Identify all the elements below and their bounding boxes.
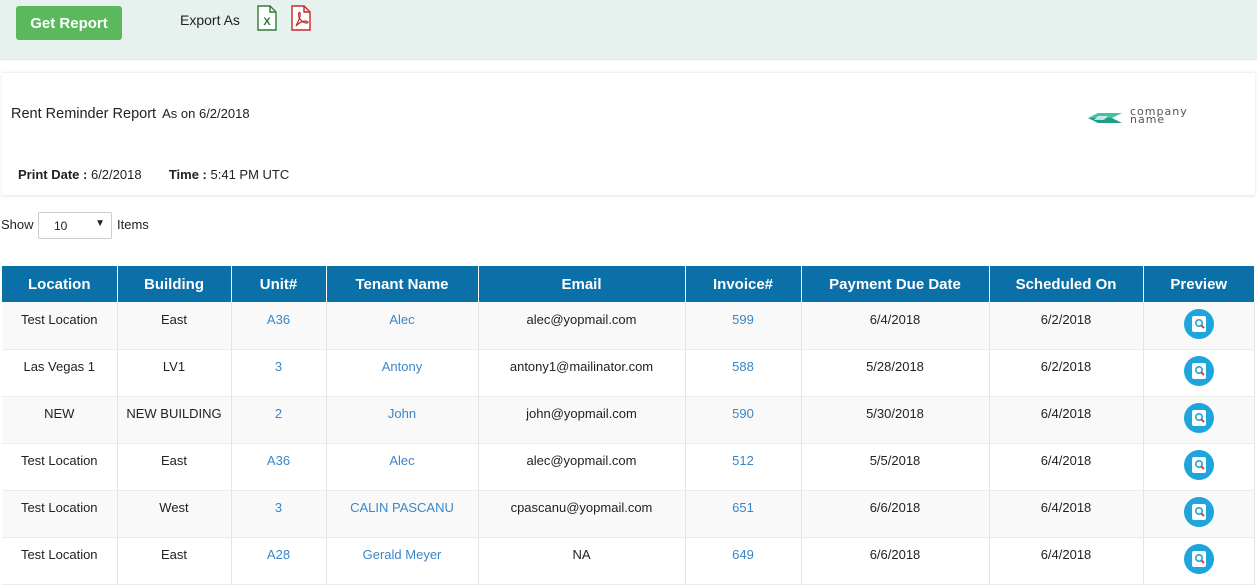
cell-building: LV1 — [117, 349, 232, 397]
invoice-link[interactable]: 588 — [685, 349, 802, 397]
invoice-link[interactable]: 649 — [685, 537, 802, 585]
unit-link[interactable]: 3 — [231, 349, 327, 397]
table-header-row: Location Building Unit# Tenant Name Emai… — [2, 266, 1254, 302]
print-date-value: 6/2/2018 — [90, 167, 142, 182]
tenant-link[interactable]: Gerald Meyer — [326, 537, 479, 585]
cell-location: Las Vegas 1 — [2, 349, 118, 397]
cell-preview — [1143, 349, 1255, 397]
tenant-link[interactable]: Alec — [326, 302, 479, 350]
column-header-email[interactable]: Email — [478, 266, 686, 302]
show-label: Show — [1, 217, 34, 232]
rent-reminder-table: Location Building Unit# Tenant Name Emai… — [2, 266, 1255, 585]
tenant-link[interactable]: Alec — [326, 443, 479, 491]
preview-search-icon[interactable] — [1183, 450, 1214, 480]
cell-email: alec@yopmail.com — [478, 443, 686, 491]
cell-building: East — [117, 443, 232, 491]
cell-location: Test Location — [2, 443, 118, 491]
table-row: Test Location East A28 Gerald Meyer NA 6… — [2, 537, 1255, 585]
time-label: Time : — [168, 167, 207, 182]
table-row: Las Vegas 1 LV1 3 Antony antony1@mailina… — [2, 349, 1255, 397]
tenant-link[interactable]: CALIN PASCANU — [326, 490, 479, 538]
svg-text:X: X — [263, 16, 271, 28]
cell-payment-due-date: 5/28/2018 — [801, 349, 990, 397]
invoice-link[interactable]: 512 — [685, 443, 802, 491]
toolbar: Get Report Export As X — [0, 0, 1257, 60]
report-title-text: Rent Reminder Report — [11, 106, 157, 122]
tenant-link[interactable]: John — [326, 396, 479, 444]
cell-payment-due-date: 6/4/2018 — [801, 302, 990, 350]
cell-scheduled-on: 6/2/2018 — [989, 349, 1144, 397]
unit-link[interactable]: 2 — [231, 396, 327, 444]
cell-building: West — [117, 490, 232, 538]
column-header-preview: Preview — [1143, 266, 1254, 302]
caret-down-icon: ▼ — [95, 218, 105, 229]
table-row: Test Location West 3 CALIN PASCANU cpasc… — [2, 490, 1255, 538]
cell-building: East — [117, 302, 232, 350]
tenant-link[interactable]: Antony — [326, 349, 479, 397]
cell-location: Test Location — [2, 490, 118, 538]
export-as-label: Export As — [180, 12, 240, 28]
column-header-scheduled-on[interactable]: Scheduled On — [989, 266, 1144, 302]
cell-preview — [1143, 490, 1255, 538]
cell-building: NEW BUILDING — [117, 396, 232, 444]
column-header-building[interactable]: Building — [117, 266, 232, 302]
column-header-unit[interactable]: Unit# — [231, 266, 327, 302]
cell-email: cpascanu@yopmail.com — [478, 490, 686, 538]
excel-file-icon[interactable]: X — [256, 5, 278, 31]
column-header-location[interactable]: Location — [2, 266, 118, 302]
report-as-on: As on 6/2/2018 — [162, 106, 250, 121]
column-header-tenant-name[interactable]: Tenant Name — [326, 266, 479, 302]
table-row: Test Location East A36 Alec alec@yopmail… — [2, 302, 1255, 350]
invoice-link[interactable]: 599 — [685, 302, 802, 350]
items-per-page-select[interactable]: 10 ▼ — [38, 212, 112, 239]
unit-link[interactable]: A28 — [231, 537, 327, 585]
items-per-page-value: 10 — [54, 219, 68, 233]
get-report-button[interactable]: Get Report — [16, 6, 122, 40]
preview-search-icon[interactable] — [1183, 356, 1214, 386]
column-header-payment-due-date[interactable]: Payment Due Date — [801, 266, 990, 302]
invoice-link[interactable]: 651 — [685, 490, 802, 538]
cell-location: Test Location — [2, 537, 118, 585]
cell-payment-due-date: 5/5/2018 — [801, 443, 990, 491]
report-title: Rent Reminder Report As on 6/2/2018 — [11, 106, 250, 122]
pdf-file-icon[interactable] — [290, 5, 312, 31]
cell-payment-due-date: 5/30/2018 — [801, 396, 990, 444]
unit-link[interactable]: A36 — [231, 302, 327, 350]
cell-preview — [1143, 537, 1255, 585]
cell-building: East — [117, 537, 232, 585]
table-row: NEW NEW BUILDING 2 John john@yopmail.com… — [2, 396, 1255, 444]
cell-location: NEW — [2, 396, 118, 444]
unit-link[interactable]: 3 — [231, 490, 327, 538]
report-header-card: Rent Reminder Report As on 6/2/2018 comp… — [2, 72, 1255, 195]
unit-link[interactable]: A36 — [231, 443, 327, 491]
items-label: Items — [117, 217, 149, 232]
cell-payment-due-date: 6/6/2018 — [801, 490, 990, 538]
cell-payment-due-date: 6/6/2018 — [801, 537, 990, 585]
company-logo: company name — [1086, 105, 1241, 126]
cell-preview — [1143, 443, 1255, 491]
cell-email: john@yopmail.com — [478, 396, 686, 444]
cell-scheduled-on: 6/4/2018 — [989, 443, 1144, 491]
cell-preview — [1143, 396, 1255, 444]
cell-scheduled-on: 6/4/2018 — [989, 396, 1144, 444]
column-header-invoice[interactable]: Invoice# — [685, 266, 802, 302]
company-logo-text: company name — [1130, 105, 1188, 126]
preview-search-icon[interactable] — [1183, 544, 1214, 574]
cell-email: antony1@mailinator.com — [478, 349, 686, 397]
cell-email: alec@yopmail.com — [478, 302, 686, 350]
cell-preview — [1143, 302, 1255, 350]
cell-location: Test Location — [2, 302, 118, 350]
cell-scheduled-on: 6/4/2018 — [989, 490, 1144, 538]
invoice-link[interactable]: 590 — [685, 396, 802, 444]
preview-search-icon[interactable] — [1183, 497, 1214, 527]
cell-email: NA — [478, 537, 686, 585]
table-row: Test Location East A36 Alec alec@yopmail… — [2, 443, 1255, 491]
cell-scheduled-on: 6/4/2018 — [989, 537, 1144, 585]
print-info: Print Date : 6/2/2018 Time : 5:41 PM UTC — [18, 167, 289, 182]
preview-search-icon[interactable] — [1183, 403, 1214, 433]
time-value: 5:41 PM UTC — [210, 167, 290, 182]
cell-scheduled-on: 6/2/2018 — [989, 302, 1144, 350]
print-date-label: Print Date : — [18, 167, 88, 182]
preview-search-icon[interactable] — [1183, 308, 1214, 339]
